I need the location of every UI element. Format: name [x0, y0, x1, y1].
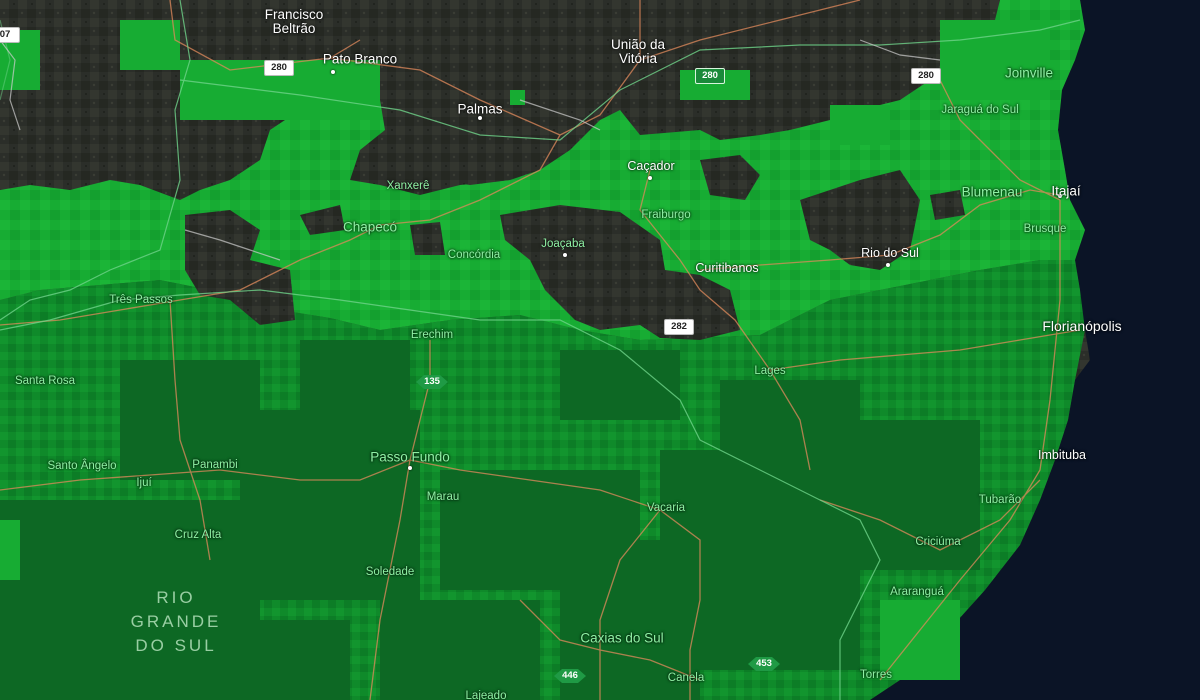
- city-label-concordia[interactable]: Concórdia: [448, 249, 500, 261]
- city-label-marau[interactable]: Marau: [427, 491, 460, 503]
- city-dot-palmas: [478, 116, 482, 120]
- city-label-tubarao[interactable]: Tubarão: [979, 494, 1021, 506]
- route-shield-br-280-center[interactable]: 280: [695, 68, 725, 84]
- city-label-jaragua-do-sul[interactable]: Jaraguá do Sul: [941, 104, 1018, 116]
- city-label-lajeado[interactable]: Lajeado: [466, 690, 507, 700]
- city-label-tres-passos[interactable]: Três Passos: [109, 294, 172, 306]
- city-label-uniao-da-vitoria-line-1: União da: [610, 37, 666, 52]
- state-label-line-3: DO SUL: [135, 636, 217, 655]
- city-label-vacaria[interactable]: Vacaria: [647, 502, 685, 514]
- city-label-curitibanos[interactable]: Curitibanos: [695, 261, 758, 275]
- route-shield-br-280-east[interactable]: 280: [911, 68, 941, 84]
- city-label-pato-branco[interactable]: Pato Branco: [323, 52, 397, 67]
- city-dot-passo-fundo: [408, 466, 412, 470]
- city-label-ijui[interactable]: Ijuí: [136, 477, 151, 489]
- city-label-caxias-do-sul[interactable]: Caxias do Sul: [580, 631, 663, 646]
- city-label-francisco-beltrao-line-1: Francisco: [264, 7, 324, 22]
- city-label-canela[interactable]: Canela: [668, 672, 704, 684]
- city-label-joinville[interactable]: Joinville: [1005, 66, 1053, 81]
- city-label-francisco-beltrao-line-2: Beltrão: [272, 21, 316, 36]
- city-label-santo-angelo[interactable]: Santo Ângelo: [47, 460, 116, 472]
- city-label-torres[interactable]: Torres: [860, 669, 892, 681]
- city-label-xanxere[interactable]: Xanxerê: [387, 180, 430, 192]
- city-label-joacaba[interactable]: Joaçaba: [541, 238, 584, 250]
- route-shield-edge-07[interactable]: 07: [0, 27, 20, 43]
- city-label-lages[interactable]: Lages: [754, 365, 785, 377]
- city-label-soledade[interactable]: Soledade: [366, 566, 415, 578]
- city-label-ararangua[interactable]: Araranguá: [890, 586, 944, 598]
- state-label-line-1: RIO: [156, 588, 196, 607]
- city-label-uniao-da-vitoria[interactable]: União da Vitória: [611, 38, 665, 66]
- state-label-rio-grande-do-sul: RIO GRANDE DO SUL: [131, 586, 222, 658]
- city-label-palmas[interactable]: Palmas: [457, 102, 502, 117]
- city-label-uniao-da-vitoria-line-2: Vitória: [618, 51, 658, 66]
- city-label-brusque[interactable]: Brusque: [1024, 223, 1067, 235]
- city-label-criciuma[interactable]: Criciúma: [915, 536, 960, 548]
- city-label-panambi[interactable]: Panambi: [192, 459, 237, 471]
- city-dot-pato-branco: [331, 70, 335, 74]
- city-label-cacador[interactable]: Caçador: [627, 159, 674, 173]
- city-label-francisco-beltrao[interactable]: Francisco Beltrão: [265, 8, 324, 36]
- city-label-itajai[interactable]: Itajaí: [1051, 184, 1080, 199]
- city-label-santa-rosa[interactable]: Santa Rosa: [15, 375, 75, 387]
- city-label-erechim[interactable]: Erechim: [411, 329, 453, 341]
- city-dot-joacaba: [563, 253, 567, 257]
- state-label-line-2: GRANDE: [130, 612, 222, 631]
- city-label-florianopolis[interactable]: Florianópolis: [1042, 318, 1121, 334]
- route-shield-br-280-west[interactable]: 280: [264, 60, 294, 76]
- map-view[interactable]: RIO GRANDE DO SUL Francisco Beltrão Pato …: [0, 0, 1200, 700]
- city-dot-cacador: [648, 176, 652, 180]
- city-label-rio-do-sul[interactable]: Rio do Sul: [861, 246, 919, 260]
- city-label-imbituba[interactable]: Imbituba: [1038, 448, 1086, 462]
- city-label-passo-fundo[interactable]: Passo Fundo: [370, 450, 450, 465]
- city-label-chapeco[interactable]: Chapecó: [343, 220, 397, 235]
- route-shield-br-282[interactable]: 282: [664, 319, 694, 335]
- city-label-blumenau[interactable]: Blumenau: [962, 185, 1023, 200]
- city-label-cruz-alta[interactable]: Cruz Alta: [175, 529, 222, 541]
- city-label-fraiburgo[interactable]: Fraiburgo: [641, 209, 690, 221]
- city-dot-rio-do-sul: [886, 263, 890, 267]
